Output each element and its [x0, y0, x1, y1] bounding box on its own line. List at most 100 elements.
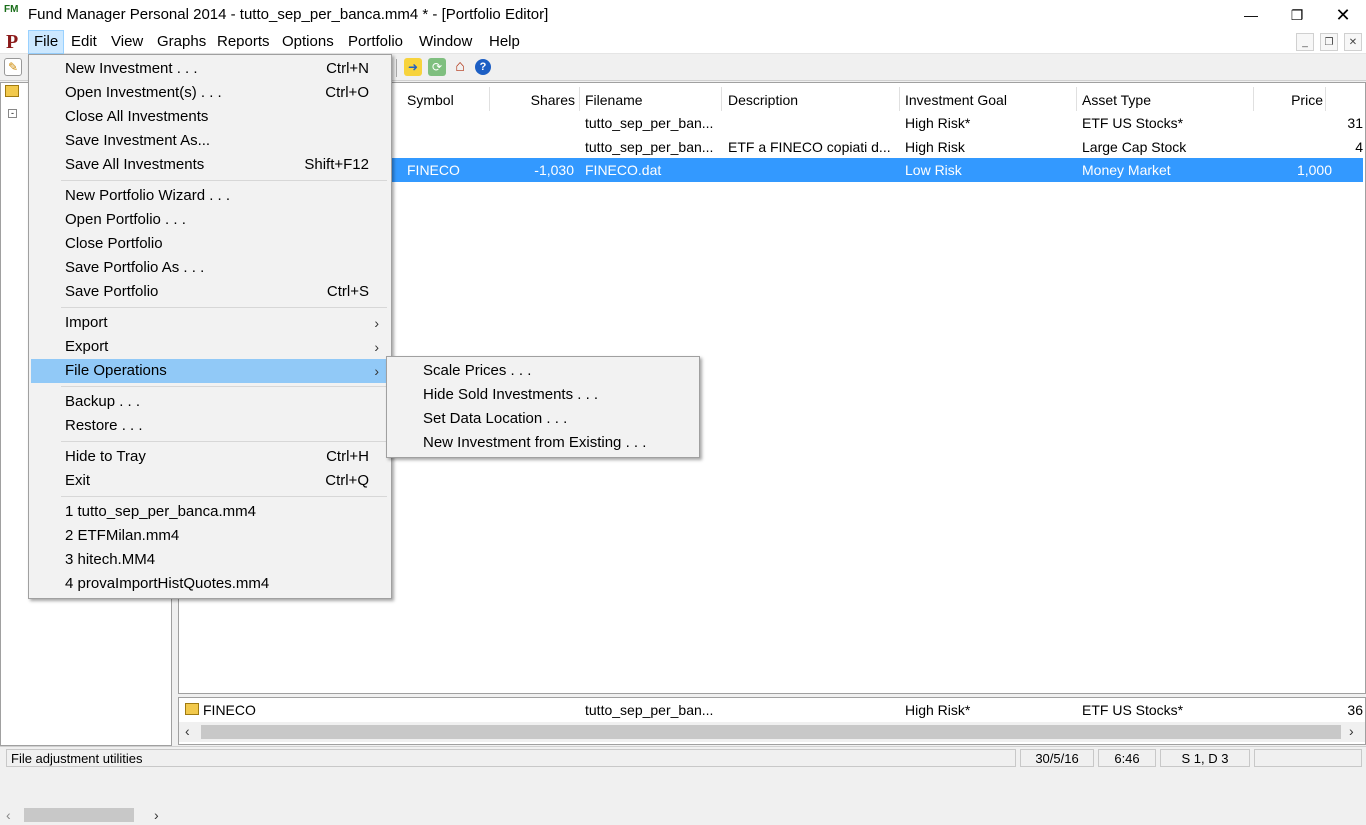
menu-window[interactable]: Window	[414, 30, 477, 54]
cell-filename: tutto_sep_per_ban...	[585, 139, 714, 155]
window-title: Fund Manager Personal 2014 - tutto_sep_p…	[28, 6, 549, 23]
child-close-button[interactable]: ✕	[1344, 33, 1362, 51]
refresh-icon[interactable]: ⟳	[428, 58, 446, 76]
restore-button[interactable]: ❐	[1274, 0, 1320, 30]
summary-filename: tutto_sep_per_ban...	[585, 702, 714, 718]
column-separator	[489, 87, 490, 111]
cell-price: 1,000	[1296, 162, 1332, 178]
file-menu-dropdown: New Investment . . . Ctrl+N Open Investme…	[28, 54, 392, 599]
cell-goal: Low Risk	[905, 162, 962, 178]
app-icon: FM	[4, 4, 19, 15]
menu-item-recent-file[interactable]: 4 provaImportHistQuotes.mm4	[31, 572, 389, 596]
menu-item-close-all-investments[interactable]: Close All Investments	[31, 105, 389, 129]
cell-price: 4	[1355, 139, 1363, 155]
cell-asset-type: ETF US Stocks*	[1082, 115, 1184, 131]
column-header-description[interactable]: Description	[728, 89, 898, 111]
submenu-arrow-icon: ›	[374, 315, 379, 331]
menu-edit[interactable]: Edit	[66, 30, 102, 54]
column-header-investment-goal[interactable]: Investment Goal	[905, 89, 1075, 111]
submenu-arrow-icon: ›	[374, 363, 379, 379]
close-button[interactable]: ✕	[1320, 0, 1366, 30]
column-separator	[1325, 87, 1326, 111]
help-icon[interactable]: ?	[475, 59, 491, 75]
status-message: File adjustment utilities	[6, 749, 1016, 767]
menu-item-new-investment[interactable]: New Investment . . . Ctrl+N	[31, 57, 389, 81]
title-bar: FM Fund Manager Personal 2014 - tutto_se…	[0, 0, 1366, 30]
menu-item-new-portfolio-wizard[interactable]: New Portfolio Wizard . . .	[31, 184, 389, 208]
column-separator	[721, 87, 722, 111]
menu-help[interactable]: Help	[484, 30, 525, 54]
home-icon[interactable]: ⌂	[451, 58, 469, 76]
expand-icon[interactable]: -	[8, 109, 17, 118]
column-separator	[899, 87, 900, 111]
child-minimize-button[interactable]: _	[1296, 33, 1314, 51]
menu-item-restore[interactable]: Restore . . .	[31, 414, 389, 438]
menu-item-hide-to-tray[interactable]: Hide to Tray Ctrl+H	[31, 445, 389, 469]
menu-bar: P File Edit View Graphs Reports Options …	[0, 30, 1366, 54]
menu-item-scale-prices[interactable]: Scale Prices . . .	[389, 359, 697, 383]
scroll-right-icon[interactable]: ›	[154, 807, 159, 823]
cell-filename: FINECO.dat	[585, 162, 662, 178]
scroll-right-icon[interactable]: ›	[1349, 723, 1354, 739]
new-file-icon[interactable]: ✎	[4, 58, 22, 76]
submenu-arrow-icon: ›	[374, 339, 379, 355]
menu-reports[interactable]: Reports	[212, 30, 275, 54]
menu-item-export[interactable]: Export ›	[31, 335, 389, 359]
menu-item-recent-file[interactable]: 2 ETFMilan.mm4	[31, 524, 389, 548]
menu-options[interactable]: Options	[277, 30, 339, 54]
menu-separator	[61, 441, 387, 442]
menu-separator	[61, 386, 387, 387]
menu-item-open-investment[interactable]: Open Investment(s) . . . Ctrl+O	[31, 81, 389, 105]
cell-shares: -1,030	[534, 162, 574, 178]
status-bar: File adjustment utilities 30/5/16 6:46 S…	[0, 746, 1366, 768]
menu-item-recent-file[interactable]: 3 hitech.MM4	[31, 548, 389, 572]
column-header-filename[interactable]: Filename	[585, 89, 715, 111]
menu-item-save-portfolio-as[interactable]: Save Portfolio As . . .	[31, 256, 389, 280]
status-sd: S 1, D 3	[1160, 749, 1250, 767]
menu-graphs[interactable]: Graphs	[152, 30, 211, 54]
cell-goal: High Risk	[905, 139, 965, 155]
menu-item-open-portfolio[interactable]: Open Portfolio . . .	[31, 208, 389, 232]
menu-view[interactable]: View	[106, 30, 148, 54]
summary-name: FINECO	[203, 702, 256, 718]
summary-asset-type: ETF US Stocks*	[1082, 702, 1184, 718]
menu-item-save-portfolio[interactable]: Save Portfolio Ctrl+S	[31, 280, 389, 304]
cell-filename: tutto_sep_per_ban...	[585, 115, 714, 131]
menu-item-backup[interactable]: Backup . . .	[31, 390, 389, 414]
summary-scrollbar[interactable]: ‹ ›	[179, 722, 1365, 742]
status-empty	[1254, 749, 1362, 767]
menu-item-save-investment-as[interactable]: Save Investment As...	[31, 129, 389, 153]
menu-item-hide-sold-investments[interactable]: Hide Sold Investments . . .	[389, 383, 697, 407]
child-window-icon[interactable]: P	[6, 32, 26, 52]
tree-scrollbar[interactable]: ‹ ›	[2, 805, 172, 825]
toolbar-separator	[396, 59, 397, 77]
tree-scroll-thumb[interactable]	[24, 808, 134, 822]
menu-portfolio[interactable]: Portfolio	[343, 30, 408, 54]
cell-asset-type: Money Market	[1082, 162, 1171, 178]
status-date: 30/5/16	[1020, 749, 1094, 767]
column-header-shares[interactable]: Shares	[493, 89, 575, 111]
menu-item-new-investment-from-existing[interactable]: New Investment from Existing . . .	[389, 431, 697, 455]
cell-description: ETF a FINECO copiati d...	[728, 139, 891, 155]
column-header-price[interactable]: Price	[1259, 89, 1323, 111]
import-icon[interactable]: ➜	[404, 58, 422, 76]
portfolio-summary: FINECO tutto_sep_per_ban... High Risk* E…	[178, 697, 1366, 745]
cell-goal: High Risk*	[905, 115, 971, 131]
menu-item-save-all-investments[interactable]: Save All Investments Shift+F12	[31, 153, 389, 177]
column-header-asset-type[interactable]: Asset Type	[1082, 89, 1252, 111]
child-restore-button[interactable]: ❐	[1320, 33, 1338, 51]
menu-file[interactable]: File	[28, 30, 65, 54]
menu-item-file-operations[interactable]: File Operations ›	[31, 359, 389, 383]
scroll-left-icon[interactable]: ‹	[185, 723, 190, 739]
status-time: 6:46	[1098, 749, 1156, 767]
scroll-left-icon[interactable]: ‹	[6, 807, 11, 823]
summary-scroll-thumb[interactable]	[201, 725, 1341, 739]
minimize-button[interactable]: —	[1228, 0, 1274, 30]
menu-item-close-portfolio[interactable]: Close Portfolio	[31, 232, 389, 256]
menu-item-set-data-location[interactable]: Set Data Location . . .	[389, 407, 697, 431]
column-header-symbol[interactable]: Symbol	[407, 89, 487, 111]
menu-item-exit[interactable]: Exit Ctrl+Q	[31, 469, 389, 493]
menu-item-import[interactable]: Import ›	[31, 311, 389, 335]
column-separator	[1253, 87, 1254, 111]
menu-item-recent-file[interactable]: 1 tutto_sep_per_banca.mm4	[31, 500, 389, 524]
